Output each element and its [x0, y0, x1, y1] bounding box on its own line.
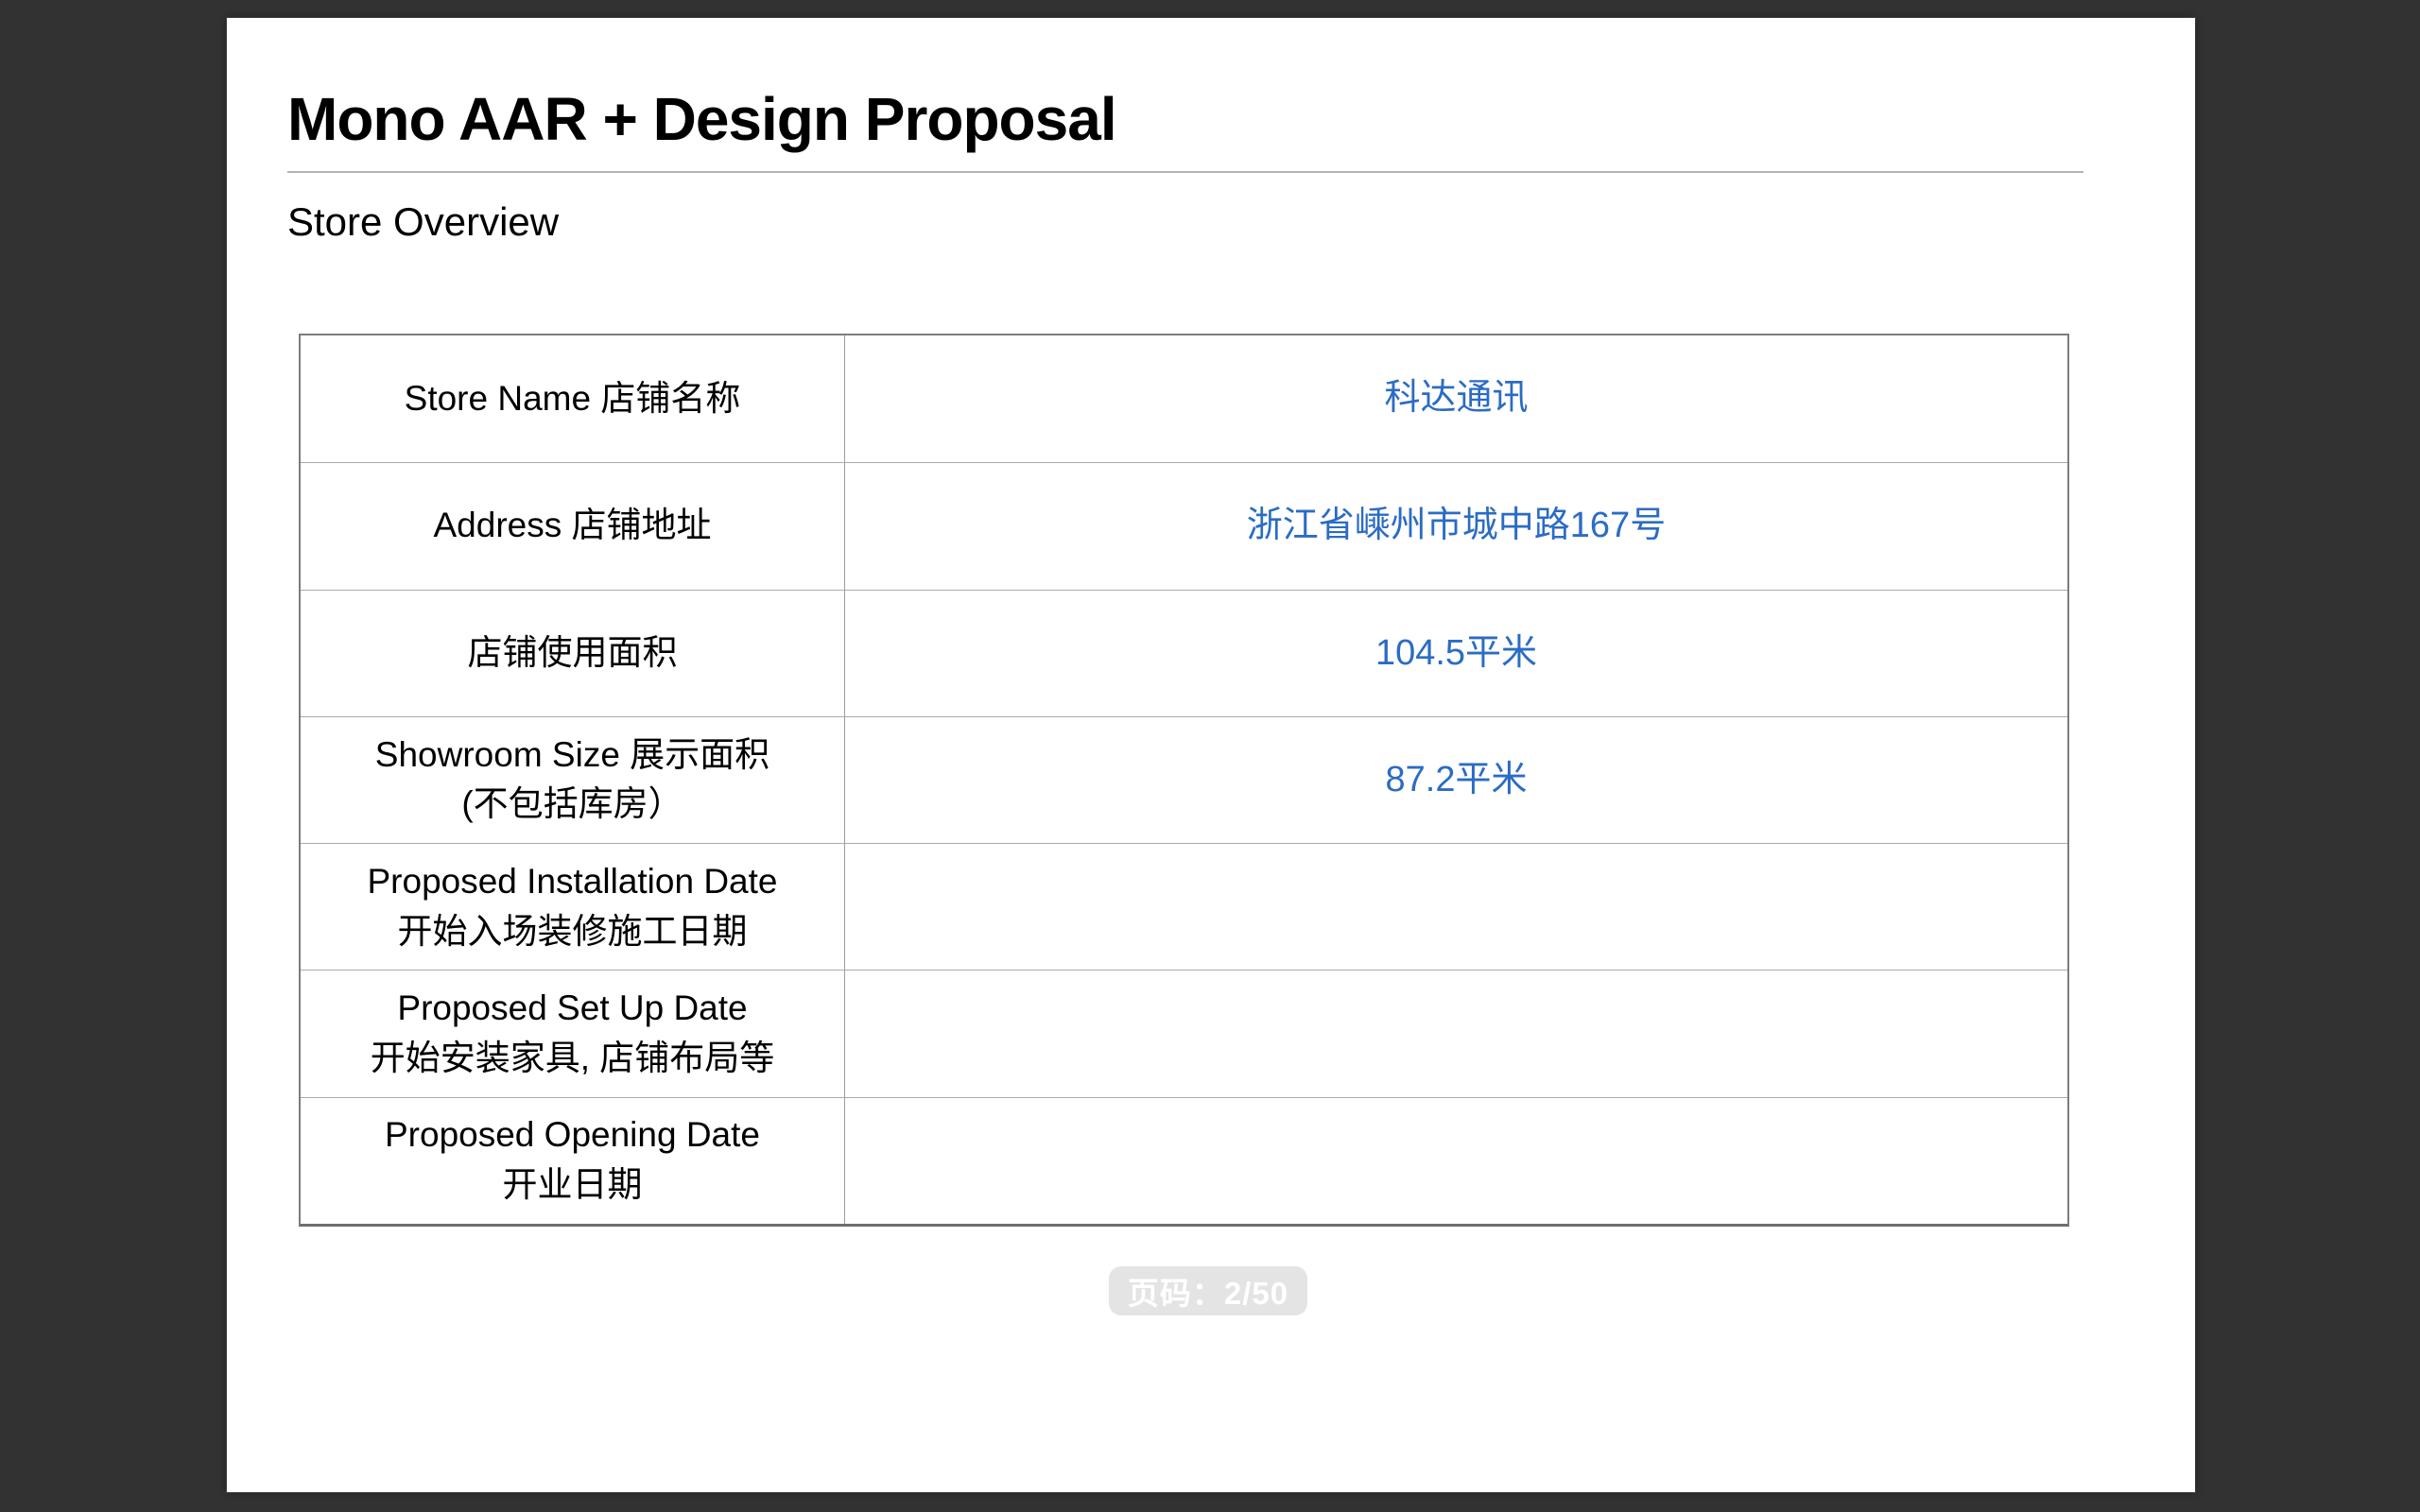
- value-cell-setup-date[interactable]: [845, 970, 2067, 1096]
- value-text: 科达通讯: [1384, 375, 1528, 421]
- value-cell-showroom-size[interactable]: 87.2平米: [845, 716, 2067, 843]
- value-cell-address[interactable]: 浙江省嵊州市城中路167号: [845, 462, 2067, 589]
- value-text: 104.5平米: [1375, 630, 1537, 677]
- label-cell-installation-date: Proposed Installation Date 开始入场装修施工日期: [301, 843, 845, 970]
- label-cell-setup-date: Proposed Set Up Date 开始安装家具, 店铺布局等: [301, 970, 845, 1096]
- page-title: Mono AAR + Design Proposal: [287, 86, 1116, 152]
- page-number-label: 页码：2/50: [1128, 1268, 1288, 1314]
- value-cell-store-name[interactable]: 科达通讯: [845, 335, 2067, 462]
- label-text-line2: 开始入场装修施工日期: [398, 907, 748, 957]
- label-text: Address 店铺地址: [433, 501, 711, 551]
- store-overview-table: Store Name 店铺名称 科达通讯 Address 店铺地址 浙江省嵊州市…: [299, 334, 2069, 1227]
- document-page: Mono AAR + Design Proposal Store Overvie…: [227, 18, 2195, 1492]
- label-cell-address: Address 店铺地址: [301, 462, 845, 589]
- label-cell-store-name: Store Name 店铺名称: [301, 335, 845, 462]
- label-text: Showroom Size 展示面积: [375, 730, 769, 781]
- label-text: 店铺使用面积: [468, 628, 678, 679]
- label-cell-store-area: 店铺使用面积: [301, 590, 845, 716]
- label-text: Proposed Opening Date: [385, 1110, 760, 1160]
- value-text: 浙江省嵊州市城中路167号: [1247, 503, 1666, 549]
- section-heading: Store Overview: [287, 199, 559, 245]
- label-cell-opening-date: Proposed Opening Date 开业日期: [301, 1097, 845, 1224]
- label-text-line2: 开始安装家具, 店铺布局等: [371, 1034, 775, 1084]
- label-text-line2: (不包括库房）: [461, 780, 683, 830]
- label-text: Proposed Set Up Date: [397, 984, 747, 1034]
- value-cell-installation-date[interactable]: [845, 843, 2067, 970]
- title-divider: [287, 171, 2083, 173]
- page-number-badge: 页码：2/50: [1109, 1266, 1307, 1315]
- label-text: Proposed Installation Date: [368, 857, 778, 907]
- app-canvas: Mono AAR + Design Proposal Store Overvie…: [0, 0, 2420, 1512]
- label-text: Store Name 店铺名称: [405, 374, 741, 424]
- label-cell-showroom-size: Showroom Size 展示面积 (不包括库房）: [301, 716, 845, 843]
- value-cell-store-area[interactable]: 104.5平米: [845, 590, 2067, 716]
- label-text-line2: 开业日期: [503, 1160, 643, 1211]
- value-cell-opening-date[interactable]: [845, 1097, 2067, 1224]
- value-text: 87.2平米: [1386, 757, 1528, 803]
